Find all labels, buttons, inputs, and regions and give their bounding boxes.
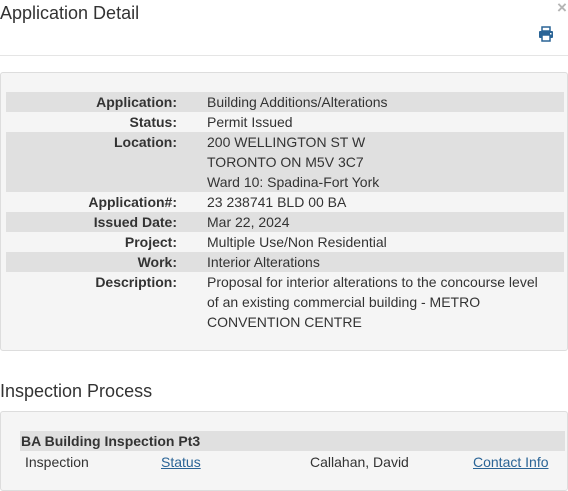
detail-value: 23 238741 BLD 00 BA xyxy=(207,194,347,210)
detail-value: Permit Issued xyxy=(207,114,293,130)
detail-label: Issued Date: xyxy=(6,212,207,232)
location-street: 200 WELLINGTON ST W xyxy=(207,134,366,150)
close-icon[interactable]: × xyxy=(556,0,568,16)
status-link[interactable]: Status xyxy=(161,452,201,472)
detail-label: Location: xyxy=(6,132,207,192)
inspection-group-title: BA Building Inspection Pt3 xyxy=(20,431,565,451)
detail-row-location: Location: 200 WELLINGTON ST W TORONTO ON… xyxy=(6,132,564,192)
detail-value: Proposal for interior alterations to the… xyxy=(207,272,564,332)
header-divider xyxy=(0,55,568,56)
description-line: Proposal for interior alterations to the… xyxy=(207,274,538,290)
detail-row-status: Status: Permit Issued xyxy=(6,112,564,132)
detail-row-work: Work: Interior Alterations xyxy=(6,252,564,272)
inspection-panel: BA Building Inspection Pt3 Inspection St… xyxy=(0,411,568,491)
dialog-title: Application Detail xyxy=(0,3,140,23)
detail-label: Description: xyxy=(95,274,177,290)
location-city: TORONTO ON M5V 3C7 xyxy=(207,154,364,170)
printer-icon[interactable] xyxy=(538,26,554,42)
detail-value: 200 WELLINGTON ST W TORONTO ON M5V 3C7 W… xyxy=(207,132,564,192)
detail-label: Work: xyxy=(6,252,207,272)
description-line: CONVENTION CENTRE xyxy=(207,314,362,330)
detail-label: Application#: xyxy=(88,194,177,210)
detail-value: Building Additions/Alterations xyxy=(207,92,564,112)
inspection-section-title: Inspection Process xyxy=(0,381,153,401)
detail-value: Mar 22, 2024 xyxy=(207,212,564,232)
detail-row-application: Application: Building Additions/Alterati… xyxy=(6,92,564,112)
detail-row-project: Project: Multiple Use/Non Residential xyxy=(6,232,564,252)
detail-value: Interior Alterations xyxy=(207,252,564,272)
inspection-type: Inspection xyxy=(25,454,89,470)
contact-info-link[interactable]: Contact Info xyxy=(473,452,549,472)
detail-value: Multiple Use/Non Residential xyxy=(207,234,387,250)
detail-row-description: Description: Proposal for interior alter… xyxy=(6,272,564,332)
detail-label: Status: xyxy=(129,114,177,130)
application-detail-panel: Application: Building Additions/Alterati… xyxy=(0,72,568,351)
inspection-row: Inspection Status Callahan, David Contac… xyxy=(25,452,565,472)
location-ward: Ward 10: Spadina-Fort York xyxy=(207,174,380,190)
detail-label: Application: xyxy=(6,92,207,112)
detail-row-issued-date: Issued Date: Mar 22, 2024 xyxy=(6,212,564,232)
detail-row-application-number: Application#: 23 238741 BLD 00 BA xyxy=(6,192,564,212)
inspector-name: Callahan, David xyxy=(310,454,409,470)
detail-label: Project: xyxy=(124,234,177,250)
description-line: of an existing commercial building - MET… xyxy=(207,294,481,310)
detail-table: Application: Building Additions/Alterati… xyxy=(6,92,564,332)
